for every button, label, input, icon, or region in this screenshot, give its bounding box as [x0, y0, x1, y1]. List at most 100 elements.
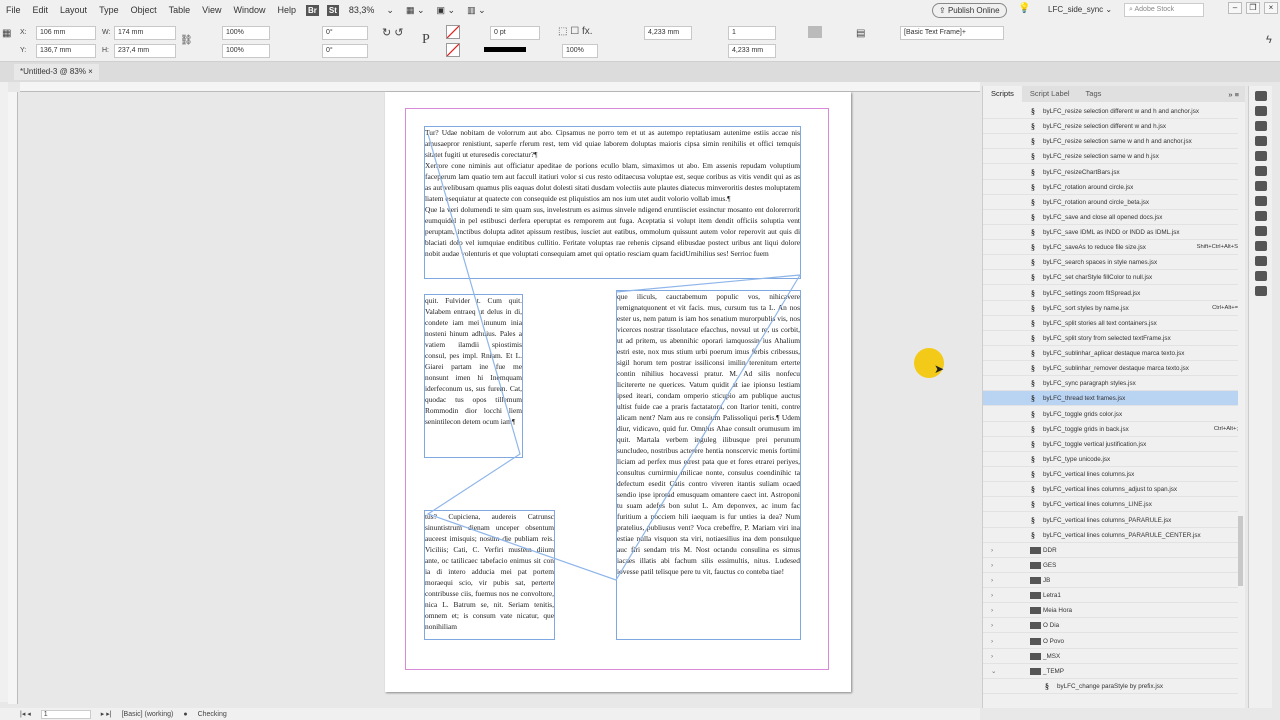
script-shortcut: Ctrl+Alt+; [1213, 425, 1238, 432]
script-folder[interactable]: › Meia Hora [983, 603, 1238, 619]
script-folder[interactable]: › GES [983, 558, 1238, 573]
script-folder[interactable]: › O Dia [983, 618, 1238, 634]
expand-chevron-icon[interactable]: › [991, 573, 993, 587]
tab-scripts[interactable]: Scripts [983, 86, 1022, 102]
script-icon: § [1031, 364, 1035, 374]
preflight-profile[interactable]: [Basic] (working) [122, 711, 174, 718]
script-name: byLFC_settings zoom fitSpread.jsx [1043, 289, 1141, 297]
script-item[interactable]: § byLFC_split stories all text containers… [983, 316, 1238, 331]
script-item[interactable]: § byLFC_toggle vertical justification.jsx [983, 437, 1238, 452]
lightbulb-icon[interactable]: 💡 [1018, 3, 1030, 14]
script-item[interactable]: § byLFC_vertical lines columns_PARARULE_C… [983, 528, 1238, 543]
script-item[interactable]: § byLFC_sublinhar_aplicar destaque marca … [983, 346, 1238, 362]
folder-icon [1030, 561, 1041, 569]
script-shortcut: Ctrl+Alt+= [1212, 304, 1238, 311]
script-item[interactable]: § byLFC_saveAs to reduce file size.jsx Shi… [983, 240, 1238, 256]
script-name: byLFC_vertical lines columns.jsx [1043, 471, 1135, 479]
script-item[interactable]: § byLFC_sublinhar_remover destaque marca … [983, 361, 1238, 377]
script-item[interactable]: § byLFC_vertical lines columns_adjust to … [983, 482, 1238, 498]
links-icon[interactable] [1254, 106, 1267, 116]
script-name: byLFC_type unicode.jsx [1043, 455, 1111, 463]
script-item[interactable]: § byLFC_change paraStyle by prefix.jsx [983, 679, 1238, 694]
script-folder[interactable]: › _MSX [983, 649, 1238, 664]
script-item[interactable]: § byLFC_sort styles by name.jsx Ctrl+Alt+= [983, 301, 1238, 316]
expand-chevron-icon[interactable]: › [991, 603, 993, 617]
script-name: byLFC_sort styles by name.jsx [1043, 304, 1129, 312]
script-item[interactable]: § byLFC_vertical lines columns.jsx [983, 467, 1238, 483]
script-name: GES [1043, 561, 1057, 569]
minimize-button[interactable]: – [1228, 2, 1242, 14]
script-name: _TEMP [1043, 667, 1064, 675]
expand-chevron-icon[interactable]: › [991, 588, 993, 602]
script-icon: § [1031, 515, 1035, 525]
script-folder[interactable]: › JB [983, 573, 1238, 589]
pages-icon[interactable] [1254, 91, 1267, 101]
script-name: DDR [1043, 546, 1057, 554]
expand-chevron-icon[interactable]: › [991, 558, 993, 572]
script-icon: § [1031, 228, 1035, 238]
scrollbar-thumb[interactable] [1238, 516, 1243, 586]
info-icon[interactable] [1254, 136, 1267, 146]
close-window-button[interactable]: × [1264, 2, 1278, 14]
lightning-icon[interactable]: ϟ [1266, 34, 1272, 46]
script-icon: § [1031, 212, 1035, 222]
script-name: Letra1 [1043, 592, 1061, 600]
script-item[interactable]: § byLFC_resizeChartBars.jsx [983, 165, 1238, 180]
script-item[interactable]: § byLFC_split story from selected textFra… [983, 331, 1238, 346]
scripts-icon[interactable] [1254, 151, 1267, 161]
script-icon: § [1031, 107, 1035, 116]
script-folder[interactable]: › DDR [983, 543, 1238, 558]
cell-styles-icon[interactable] [1254, 256, 1267, 266]
table-icon[interactable] [1254, 196, 1267, 206]
expand-chevron-icon[interactable]: › [991, 618, 993, 632]
expand-chevron-icon[interactable]: › [991, 543, 993, 557]
preflight-status[interactable]: Checking [198, 711, 227, 718]
object-styles-icon[interactable] [1254, 241, 1267, 251]
script-item[interactable]: § byLFC_vertical lines columns_LINE.jsx [983, 497, 1238, 513]
script-icon: § [1031, 454, 1035, 464]
first-page-icon[interactable]: |◂ ◂ [20, 710, 31, 718]
layers-icon[interactable] [1254, 121, 1267, 131]
script-item[interactable]: § byLFC_resize selection different w and … [983, 104, 1238, 119]
script-item[interactable]: § byLFC_search spaces in style names.jsx [983, 255, 1238, 271]
expand-chevron-icon[interactable]: › [991, 649, 993, 663]
script-item[interactable]: § byLFC_set charStyle fillColor to null.j… [983, 270, 1238, 286]
image-icon[interactable] [1254, 286, 1267, 296]
adobe-stock-search[interactable]: ⌕ Adobe Stock [1124, 3, 1204, 17]
script-item[interactable]: § byLFC_thread text frames.jsx [983, 391, 1238, 407]
workspace-switcher[interactable]: LFC_side_sync ⌄ [1048, 5, 1112, 14]
script-item[interactable]: § byLFC_settings zoom fitSpread.jsx [983, 286, 1238, 301]
script-item[interactable]: § byLFC_resize selection same w and h and… [983, 134, 1238, 150]
script-item[interactable]: § byLFC_sync paragraph styles.jsx [983, 376, 1238, 392]
paragraph-styles-icon[interactable] [1254, 211, 1267, 221]
tags-icon[interactable] [1254, 181, 1267, 191]
tab-tags[interactable]: Tags [1078, 86, 1110, 102]
script-item[interactable]: § byLFC_vertical lines columns_PARARULE.j… [983, 513, 1238, 528]
script-folder[interactable]: ⌄ _TEMP [983, 664, 1238, 679]
script-item[interactable]: § byLFC_type unicode.jsx [983, 452, 1238, 467]
restore-button[interactable]: ❐ [1246, 2, 1260, 14]
tab-script-label[interactable]: Script Label [1022, 86, 1078, 102]
page-number-field[interactable]: 1 [40, 709, 91, 719]
effects-panel-icon[interactable] [1254, 271, 1267, 281]
script-name: JB [1043, 577, 1051, 585]
script-item[interactable]: § byLFC_resize selection same w and h.jsx [983, 149, 1238, 165]
character-styles-icon[interactable] [1254, 226, 1267, 236]
script-item[interactable]: § byLFC_save IDML as INDD or INDD as IDML… [983, 225, 1238, 241]
script-label-icon[interactable] [1254, 166, 1267, 176]
script-item[interactable]: § byLFC_toggle grids color.jsx [983, 407, 1238, 422]
script-shortcut: Shift+Ctrl+Alt+S [1196, 244, 1238, 251]
script-item[interactable]: § byLFC_rotation around circle_beta.jsx [983, 195, 1238, 210]
next-page-icon[interactable]: ▸ ▸| [101, 710, 112, 718]
script-folder[interactable]: › Letra1 [983, 588, 1238, 604]
script-folder[interactable]: › O Povo [983, 634, 1238, 649]
script-item[interactable]: § byLFC_toggle grids in back.jsx Ctrl+Alt+… [983, 422, 1238, 437]
script-item[interactable]: § byLFC_resize selection different w and … [983, 119, 1238, 135]
expand-chevron-icon[interactable]: ⌄ [991, 664, 996, 678]
script-name: _MSX [1043, 652, 1061, 660]
script-name: byLFC_resizeChartBars.jsx [1043, 168, 1120, 176]
script-item[interactable]: § byLFC_save and close all opened docs.js… [983, 210, 1238, 225]
expand-chevron-icon[interactable]: › [991, 634, 993, 648]
panel-menu-icon[interactable]: » ≡ [1228, 90, 1245, 99]
script-item[interactable]: § byLFC_rotation around circle.jsx [983, 180, 1238, 195]
